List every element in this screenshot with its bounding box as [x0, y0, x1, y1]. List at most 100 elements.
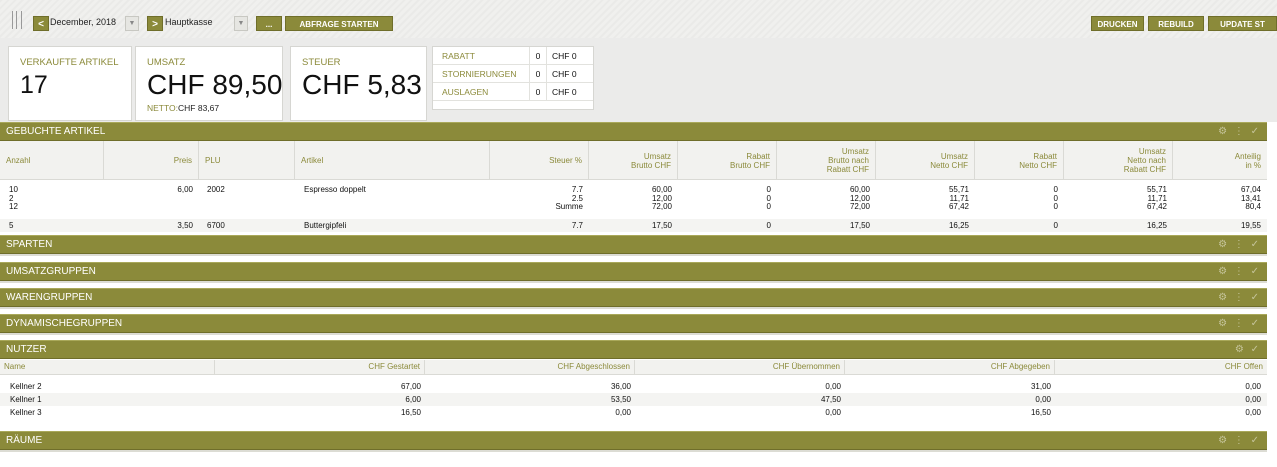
- mini-row: STORNIERUNGEN 0 CHF 0: [433, 65, 593, 83]
- cell-item: Espresso doppelt: [304, 185, 366, 194]
- cell-gross: 17,50: [651, 221, 672, 230]
- col-discount-net[interactable]: Rabatt Netto CHF: [975, 141, 1064, 180]
- table-row[interactable]: Kellner 3 16,50 0,00 0,00 16,50 0,00: [0, 406, 1267, 420]
- col-share[interactable]: Anteilig in %: [1173, 141, 1267, 180]
- divider: [0, 333, 1267, 335]
- section-dynamic-groups[interactable]: DYNAMISCHEGRUPPEN ⚙ ⋮ ✓: [0, 314, 1267, 333]
- register-dropdown-icon[interactable]: ▼: [234, 16, 248, 31]
- section-articles[interactable]: GEBUCHTE ARTIKEL ⚙ ⋮ ✓: [0, 122, 1267, 141]
- section-tools[interactable]: ⚙ ⋮ ✓: [1218, 266, 1261, 277]
- check-icon[interactable]: ✓: [1251, 292, 1261, 303]
- cell-price: 3,50: [177, 221, 193, 230]
- col-qty[interactable]: Anzahl: [0, 141, 104, 180]
- register-select[interactable]: Hauptkasse: [165, 17, 213, 27]
- articles-table-header: Anzahl Preis PLU Artikel Steuer % Umsatz…: [0, 141, 1267, 180]
- col-tax[interactable]: Steuer %: [490, 141, 589, 180]
- more-icon[interactable]: ⋮: [1234, 435, 1246, 446]
- mini-row-amount: CHF 0: [552, 87, 577, 97]
- col-plu[interactable]: PLU: [199, 141, 295, 180]
- section-tools[interactable]: ⚙ ⋮ ✓: [1218, 292, 1261, 303]
- more-icon[interactable]: ⋮: [1234, 239, 1246, 250]
- cell-price: 6,00: [177, 185, 193, 194]
- divider: [0, 450, 1267, 452]
- run-query-button[interactable]: ABFRAGE STARTEN: [285, 16, 393, 31]
- check-icon[interactable]: ✓: [1251, 126, 1261, 137]
- more-icon[interactable]: ⋮: [1234, 126, 1246, 137]
- check-icon[interactable]: ✓: [1251, 239, 1261, 250]
- col-gross-after[interactable]: Umsatz Brutto nach Rabatt CHF: [777, 141, 876, 180]
- col-discount-net-l1: Rabatt: [1033, 151, 1057, 161]
- col-net-l1: Umsatz: [940, 151, 968, 161]
- sold-items-label: VERKAUFTE ARTIKEL: [20, 57, 119, 68]
- section-product-groups[interactable]: WARENGRUPPEN ⚙ ⋮ ✓: [0, 288, 1267, 307]
- section-tools[interactable]: ⚙ ⋮ ✓: [1218, 435, 1261, 446]
- col-discount-gross[interactable]: Rabatt Brutto CHF: [678, 141, 777, 180]
- section-revenue-groups[interactable]: UMSATZGRUPPEN ⚙ ⋮ ✓: [0, 262, 1267, 281]
- section-users[interactable]: NUTZER ⚙ ✓: [0, 340, 1267, 359]
- col-gross-after-l3: Rabatt CHF: [826, 165, 869, 174]
- month-dropdown-icon[interactable]: ▼: [125, 16, 139, 31]
- drag-handle-icon[interactable]: [12, 11, 22, 29]
- settings-icon[interactable]: ⚙: [1218, 292, 1229, 303]
- table-row[interactable]: Kellner 2 67,00 36,00 0,00 31,00 0,00: [0, 380, 1267, 393]
- col-gross-l2: Brutto CHF: [630, 160, 671, 170]
- cell-closed: 53,50: [610, 395, 631, 404]
- divider: [0, 281, 1267, 283]
- print-button[interactable]: DRUCKEN: [1091, 16, 1144, 31]
- col-price[interactable]: Preis: [104, 141, 199, 180]
- rebuild-button[interactable]: REBUILD: [1148, 16, 1204, 31]
- col-started[interactable]: CHF Gestartet: [215, 360, 425, 374]
- col-handed-over[interactable]: CHF Abgegeben: [845, 360, 1055, 374]
- settings-icon[interactable]: ⚙: [1218, 126, 1229, 137]
- mini-row-count: 0: [530, 47, 547, 64]
- col-net-after-l2: Netto nach: [1127, 156, 1166, 165]
- check-icon[interactable]: ✓: [1251, 344, 1261, 355]
- col-item[interactable]: Artikel: [295, 141, 490, 180]
- table-row[interactable]: Kellner 1 6,00 53,50 47,50 0,00 0,00: [0, 393, 1267, 406]
- section-tools[interactable]: ⚙ ⋮ ✓: [1218, 239, 1261, 250]
- section-title: RÄUME: [6, 435, 43, 446]
- settings-icon[interactable]: ⚙: [1218, 266, 1229, 277]
- col-gross[interactable]: Umsatz Brutto CHF: [589, 141, 678, 180]
- cell-discount-gross: 0: [766, 221, 771, 230]
- section-rooms[interactable]: RÄUME ⚙ ⋮ ✓: [0, 431, 1267, 450]
- check-icon[interactable]: ✓: [1251, 318, 1261, 329]
- check-icon[interactable]: ✓: [1251, 435, 1261, 446]
- cell-open: 0,00: [1245, 408, 1261, 417]
- cell-transferred-in: 0,00: [825, 382, 841, 391]
- cell-qty: 5: [9, 221, 14, 230]
- settings-icon[interactable]: ⚙: [1235, 344, 1246, 355]
- more-icon[interactable]: ⋮: [1234, 292, 1246, 303]
- settings-icon[interactable]: ⚙: [1218, 239, 1229, 250]
- mini-row-label: AUSLAGEN: [433, 83, 530, 100]
- cell-handed-over: 31,00: [1030, 382, 1051, 391]
- check-icon[interactable]: ✓: [1251, 266, 1261, 277]
- update-button[interactable]: UPDATE ST: [1208, 16, 1277, 31]
- col-net-l2: Netto CHF: [930, 160, 968, 170]
- col-open[interactable]: CHF Offen: [1055, 360, 1267, 374]
- col-transferred-in[interactable]: CHF Übernommen: [635, 360, 845, 374]
- more-icon[interactable]: ⋮: [1234, 266, 1246, 277]
- col-closed[interactable]: CHF Abgeschlossen: [425, 360, 635, 374]
- more-button[interactable]: ...: [256, 16, 282, 31]
- revenue-value: CHF 89,50: [147, 69, 283, 100]
- col-name[interactable]: Name: [0, 360, 215, 374]
- section-tools[interactable]: ⚙ ⋮ ✓: [1218, 318, 1261, 329]
- divider: [0, 254, 1267, 256]
- mini-row: RABATT 0 CHF 0: [433, 47, 593, 65]
- col-net-after[interactable]: Umsatz Netto nach Rabatt CHF: [1064, 141, 1173, 180]
- more-icon[interactable]: ⋮: [1234, 318, 1246, 329]
- section-tools[interactable]: ⚙ ⋮ ✓: [1218, 126, 1261, 137]
- prev-month-button[interactable]: <: [33, 16, 49, 31]
- cell-item: Buttergipfeli: [304, 221, 347, 230]
- settings-icon[interactable]: ⚙: [1218, 318, 1229, 329]
- col-net[interactable]: Umsatz Netto CHF: [876, 141, 975, 180]
- section-divisions[interactable]: SPARTEN ⚙ ⋮ ✓: [0, 235, 1267, 254]
- revenue-label: UMSATZ: [147, 57, 186, 68]
- users-table-header: Name CHF Gestartet CHF Abgeschlossen CHF…: [0, 360, 1267, 375]
- section-tools[interactable]: ⚙ ✓: [1235, 344, 1261, 355]
- table-row[interactable]: 5 3,50 6700 Buttergipfeli 7.7 17,50 0 17…: [0, 219, 1267, 232]
- next-month-button[interactable]: >: [147, 16, 163, 31]
- cell-transferred-in: 47,50: [820, 395, 841, 404]
- settings-icon[interactable]: ⚙: [1218, 435, 1229, 446]
